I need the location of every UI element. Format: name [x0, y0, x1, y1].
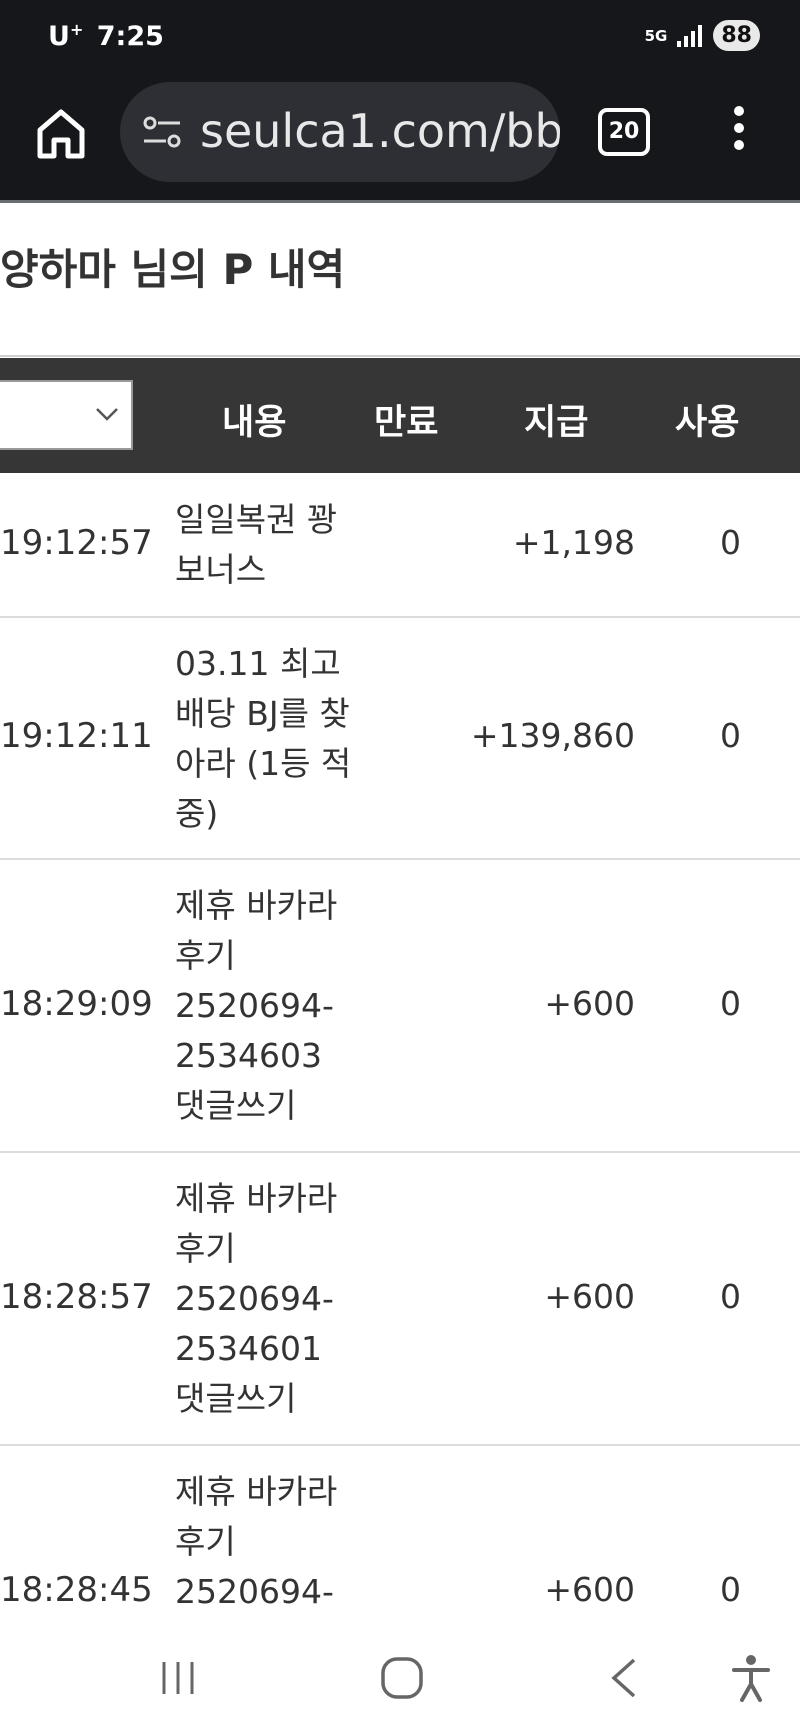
row-paid: +600 — [544, 1570, 635, 1609]
row-used: 0 — [720, 1277, 741, 1316]
header-expire: 만료 — [374, 403, 439, 443]
table-row: 19:12:11 03.11 최고 배당 BJ를 찾아라 (1등 적중) +13… — [0, 617, 800, 860]
clock: 7:25 — [96, 21, 164, 52]
row-paid: +600 — [544, 984, 635, 1023]
more-vert-icon[interactable] — [724, 106, 754, 154]
row-time: 18:28:57 — [0, 1277, 153, 1317]
header-content: 내용 — [222, 403, 287, 443]
network-5g-icon: 5G — [644, 26, 668, 45]
row-time: 18:29:09 — [0, 984, 153, 1024]
table-row: 19:12:57 일일복권 꽝 보너스 +1,198 0 — [0, 473, 800, 618]
carrier-plus: + — [69, 20, 84, 39]
title-divider — [0, 355, 800, 357]
page-title: 양하마 님의 P 내역 — [0, 245, 346, 294]
browser-toolbar: seulca1.com/bbs 20 — [0, 78, 800, 188]
carrier-time: U+ 7:25 — [48, 20, 164, 52]
accessibility-icon[interactable] — [730, 1654, 772, 1702]
system-nav-bar — [0, 1624, 800, 1734]
row-content[interactable]: 일일복권 꽝 보너스 — [175, 495, 355, 595]
row-used: 0 — [720, 523, 741, 562]
recents-icon[interactable] — [158, 1658, 198, 1698]
home-circle-icon[interactable] — [380, 1656, 424, 1700]
toolbar-divider — [0, 200, 800, 203]
table-row: 18:28:57 제휴 바카라후기 2520694-2534601 댓글쓰기 +… — [0, 1152, 800, 1446]
row-content[interactable]: 03.11 최고 배당 BJ를 찾아라 (1등 적중) — [175, 639, 355, 839]
row-time: 19:12:57 — [0, 523, 153, 563]
row-time: 19:12:11 — [0, 716, 153, 756]
table-row: 18:28:45 제휴 바카라후기 2520694- +600 0 — [0, 1445, 800, 1645]
signal-icon — [677, 24, 703, 47]
status-bar: U+ 7:25 5G 88 — [0, 0, 800, 74]
row-content[interactable]: 제휴 바카라후기 2520694-2534603 댓글쓰기 — [175, 881, 355, 1131]
date-select[interactable] — [0, 380, 133, 450]
row-used: 0 — [720, 984, 741, 1023]
carrier-label: U — [48, 21, 70, 52]
chevron-down-icon — [96, 408, 118, 421]
address-bar[interactable]: seulca1.com/bbs — [120, 82, 560, 182]
row-used: 0 — [720, 716, 741, 755]
row-content[interactable]: 제휴 바카라후기 2520694- — [175, 1467, 355, 1617]
row-paid: +600 — [544, 1277, 635, 1316]
browser-chrome: U+ 7:25 5G 88 seulca1.com/bbs 20 — [0, 0, 800, 203]
row-time: 18:28:45 — [0, 1570, 153, 1610]
row-used: 0 — [720, 1570, 741, 1609]
table-row: 18:29:09 제휴 바카라후기 2520694-2534603 댓글쓰기 +… — [0, 859, 800, 1153]
table-header: 내용 만료 지급 사용 — [0, 358, 800, 473]
header-paid: 지급 — [524, 403, 589, 443]
battery-indicator: 88 — [713, 20, 760, 51]
url-text[interactable]: seulca1.com/bbs — [200, 104, 560, 158]
tab-switcher-icon[interactable]: 20 — [598, 108, 650, 156]
row-paid: +1,198 — [512, 523, 635, 562]
row-paid: +139,860 — [470, 716, 635, 755]
status-icons: 5G 88 — [645, 20, 760, 51]
row-content[interactable]: 제휴 바카라후기 2520694-2534601 댓글쓰기 — [175, 1174, 355, 1424]
header-used: 사용 — [675, 403, 740, 443]
tune-icon[interactable] — [142, 114, 182, 150]
back-icon[interactable] — [606, 1656, 642, 1700]
home-button[interactable] — [30, 102, 92, 164]
home-icon — [37, 109, 85, 159]
